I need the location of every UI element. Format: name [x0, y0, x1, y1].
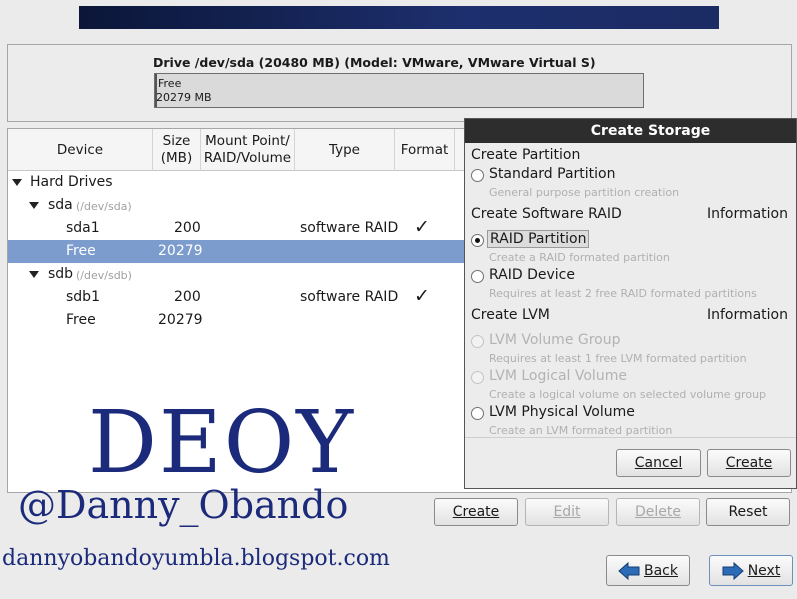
lvm-physical-volume-label[interactable]: LVM Physical Volume	[489, 404, 635, 420]
cell-device: sda1	[66, 220, 100, 236]
cell-device: Free	[66, 243, 96, 259]
lvm-volume-group-desc: Requires at least 1 free LVM formated pa…	[489, 352, 747, 365]
raid-partition-desc: Create a RAID formated partition	[489, 251, 670, 264]
dialog-separator	[465, 437, 796, 438]
create-storage-dialog: Create Storage Create Partition Standard…	[464, 118, 797, 489]
format-check-icon: ✓	[414, 285, 430, 307]
cell-type: software RAID	[300, 289, 399, 305]
section-create-partition: Create Partition	[471, 147, 581, 163]
lvm-information-link[interactable]: Information	[707, 307, 788, 323]
drive-bar-size: 20279 MB	[156, 91, 212, 104]
format-check-icon: ✓	[414, 216, 430, 238]
raid-device-label[interactable]: RAID Device	[489, 267, 575, 283]
watermark-handle: @Danny_Obando	[18, 483, 349, 527]
disk-path: (/dev/sda)	[76, 200, 132, 213]
column-device[interactable]: Device	[8, 129, 153, 171]
raid-device-radio[interactable]	[471, 270, 484, 283]
lvm-physical-volume-desc: Create an LVM formated partition	[489, 424, 673, 437]
installer-banner	[79, 6, 719, 29]
dialog-title: Create Storage	[465, 119, 796, 143]
cell-size: 20279	[158, 312, 203, 328]
back-button-label: Back	[644, 562, 678, 579]
expander-icon[interactable]	[29, 271, 39, 278]
disk-name: sda	[48, 197, 73, 213]
cancel-button[interactable]: Cancel	[616, 449, 701, 477]
disk-path: (/dev/sdb)	[76, 269, 132, 282]
standard-partition-label[interactable]: Standard Partition	[489, 166, 616, 182]
lvm-logical-volume-label[interactable]: LVM Logical Volume	[489, 368, 627, 384]
create-button-label: Create	[452, 504, 500, 520]
reset-button-label: Reset	[728, 504, 768, 520]
cell-size: 200	[174, 289, 201, 305]
next-button-label: Next	[747, 562, 781, 579]
cell-type: software RAID	[300, 220, 399, 236]
cell-device: Free	[66, 312, 96, 328]
raid-information-link[interactable]: Information	[707, 206, 788, 222]
cell-device: sdb1	[66, 289, 100, 305]
lvm-physical-volume-radio[interactable]	[471, 407, 484, 420]
dialog-create-button[interactable]: Create	[707, 449, 791, 477]
dialog-create-button-label: Create	[725, 455, 773, 471]
column-size[interactable]: Size (MB)	[153, 129, 201, 171]
lvm-volume-group-label[interactable]: LVM Volume Group	[489, 332, 621, 348]
edit-button[interactable]: Edit	[525, 498, 609, 526]
section-create-raid: Create Software RAID	[471, 206, 622, 222]
edit-button-label: Edit	[553, 504, 581, 520]
back-arrow-icon	[618, 561, 640, 580]
raid-device-desc: Requires at least 2 free RAID formated p…	[489, 287, 757, 300]
lvm-logical-volume-desc: Create a logical volume on selected volu…	[489, 388, 767, 401]
delete-button[interactable]: Delete	[616, 498, 700, 526]
cell-size: 200	[174, 220, 201, 236]
drive-bar-label: Free	[158, 77, 182, 90]
next-arrow-icon	[722, 561, 744, 580]
lvm-logical-volume-radio[interactable]	[471, 371, 484, 384]
expander-icon[interactable]	[12, 179, 22, 186]
watermark-site: dannyobandoyumbla.blogspot.com	[2, 546, 390, 571]
drive-panel: Drive /dev/sda (20480 MB) (Model: VMware…	[7, 44, 792, 122]
expander-icon[interactable]	[29, 202, 39, 209]
section-create-lvm: Create LVM	[471, 307, 550, 323]
reset-button[interactable]: Reset	[706, 498, 790, 526]
raid-partition-label[interactable]: RAID Partition	[487, 230, 590, 248]
standard-partition-radio[interactable]	[471, 169, 484, 182]
column-type[interactable]: Type	[295, 129, 395, 171]
lvm-volume-group-radio[interactable]	[471, 335, 484, 348]
raid-partition-radio[interactable]	[471, 234, 484, 247]
drive-title: Drive /dev/sda (20480 MB) (Model: VMware…	[153, 55, 596, 70]
standard-partition-desc: General purpose partition creation	[489, 186, 680, 199]
create-button[interactable]: Create	[434, 498, 518, 526]
group-label: Hard Drives	[30, 174, 113, 190]
cell-size: 20279	[158, 243, 203, 259]
next-button[interactable]: Next	[709, 555, 793, 586]
disk-name: sdb	[48, 266, 74, 282]
drive-usage-bar[interactable]: Free 20279 MB	[154, 73, 644, 108]
cancel-button-label: Cancel	[634, 455, 683, 471]
watermark-logo: DEOY	[88, 393, 356, 493]
column-format[interactable]: Format	[395, 129, 455, 171]
column-mount-point[interactable]: Mount Point/ RAID/Volume	[201, 129, 295, 171]
back-button[interactable]: Back	[606, 555, 690, 586]
delete-button-label: Delete	[635, 504, 681, 520]
